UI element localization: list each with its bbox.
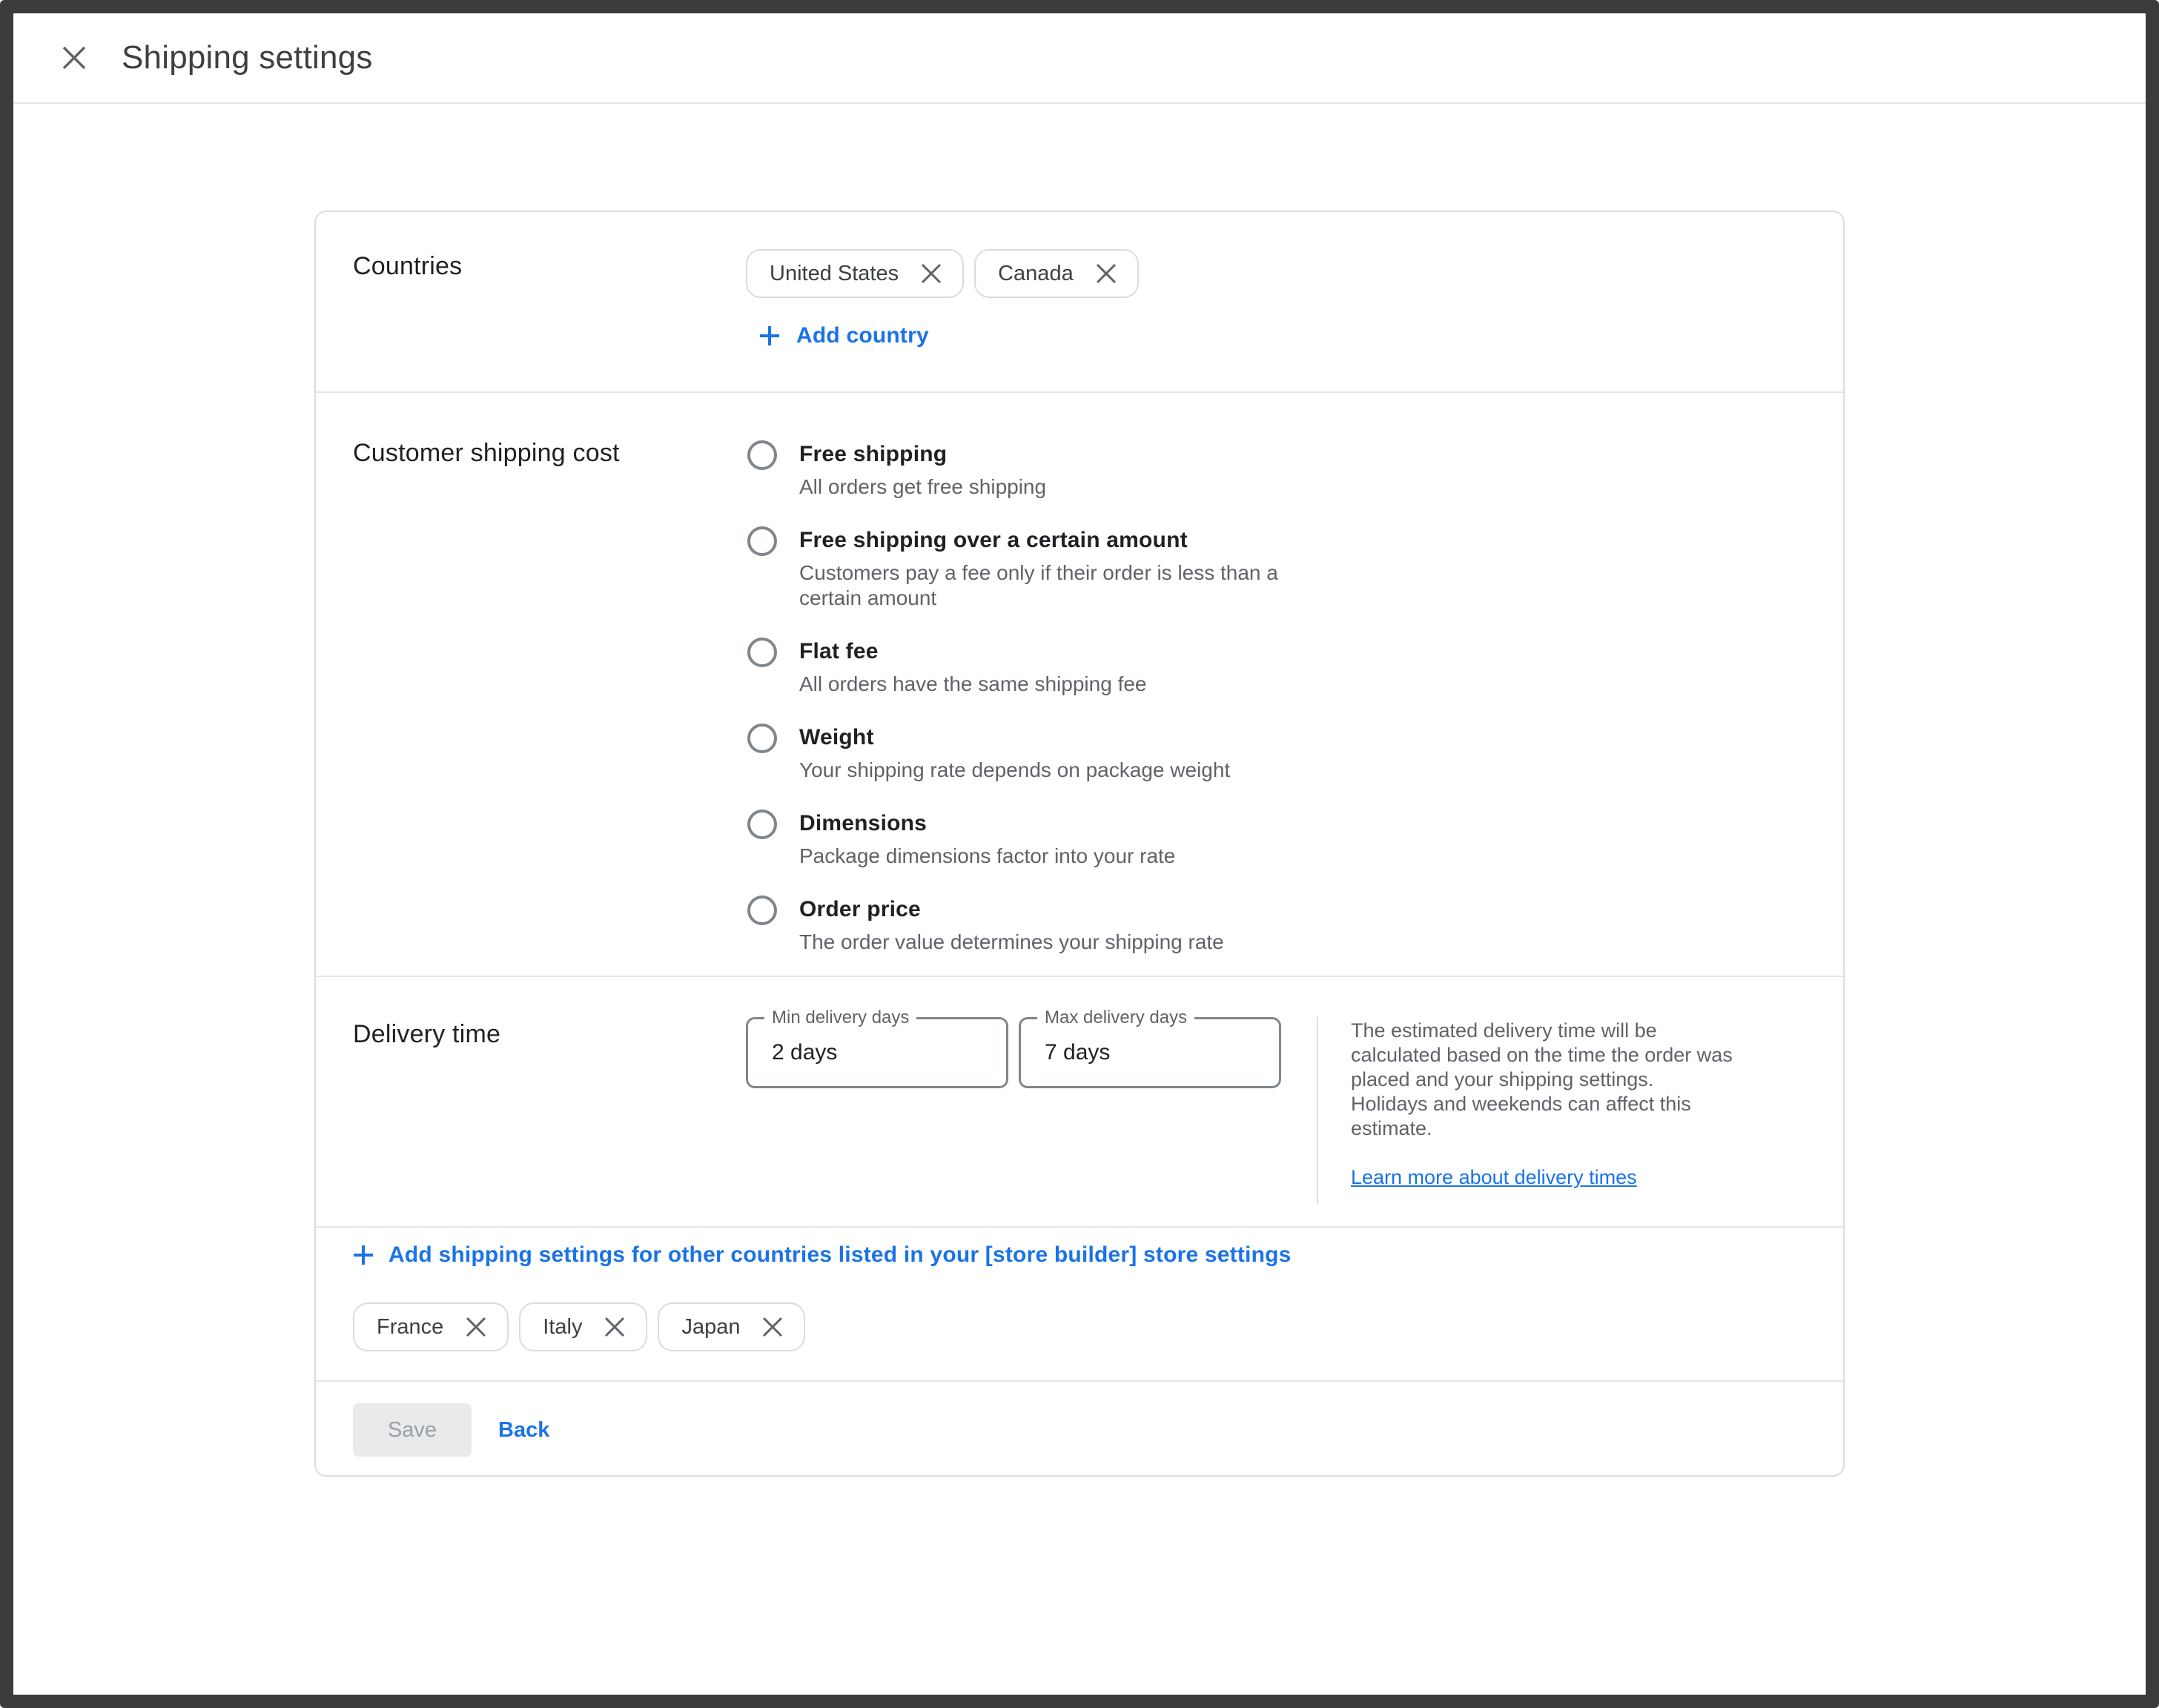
chip-label: Canada bbox=[998, 262, 1074, 286]
back-link[interactable]: Back bbox=[498, 1418, 549, 1443]
radio-flat-fee[interactable] bbox=[747, 638, 777, 667]
close-button[interactable] bbox=[53, 37, 95, 79]
radio-free-shipping-over-amount[interactable] bbox=[747, 526, 777, 556]
radio-order-price[interactable] bbox=[747, 896, 777, 925]
radio-dimensions[interactable] bbox=[747, 810, 777, 839]
country-chip-france: France bbox=[353, 1302, 509, 1351]
customer-shipping-cost-label: Customer shipping cost bbox=[353, 439, 746, 468]
shipping-cost-option: Free shipping over a certain amount Cust… bbox=[746, 526, 1843, 611]
vertical-divider bbox=[1317, 1017, 1318, 1204]
save-button[interactable]: Save bbox=[353, 1403, 472, 1457]
footer: Save Back bbox=[316, 1380, 1843, 1478]
country-chip-italy: Italy bbox=[519, 1302, 647, 1351]
add-other-countries-label: Add shipping settings for other countrie… bbox=[389, 1242, 1292, 1268]
option-title: Dimensions bbox=[799, 810, 1175, 838]
shipping-cost-option: Weight Your shipping rate depends on pac… bbox=[746, 724, 1843, 783]
countries-label: Countries bbox=[353, 252, 746, 281]
shipping-cost-option: Order price The order value determines y… bbox=[746, 896, 1843, 955]
shipping-settings-card: Countries United States Canada bbox=[314, 211, 1845, 1477]
delivery-time-section: Delivery time Min delivery days 2 days M… bbox=[316, 976, 1843, 1226]
option-description: All orders get free shipping bbox=[799, 474, 1046, 500]
learn-more-delivery-times-link[interactable]: Learn more about delivery times bbox=[1351, 1166, 1637, 1189]
countries-chip-row: United States Canada bbox=[746, 249, 1843, 298]
add-other-countries-button[interactable]: Add shipping settings for other countrie… bbox=[353, 1242, 1292, 1268]
countries-section: Countries United States Canada bbox=[316, 212, 1843, 391]
option-title: Order price bbox=[799, 896, 1224, 924]
chip-label: Japan bbox=[681, 1315, 740, 1340]
remove-country-icon[interactable] bbox=[604, 1317, 625, 1337]
field-floating-label: Max delivery days bbox=[1037, 1007, 1194, 1028]
max-delivery-days-value: 7 days bbox=[1045, 1040, 1110, 1065]
radio-free-shipping[interactable] bbox=[747, 440, 777, 470]
option-description: The order value determines your shipping… bbox=[799, 930, 1224, 955]
shipping-cost-option: Flat fee All orders have the same shippi… bbox=[746, 638, 1843, 697]
plus-icon bbox=[759, 325, 780, 346]
plus-icon bbox=[353, 1245, 374, 1265]
country-chip-japan: Japan bbox=[658, 1302, 805, 1351]
page-title: Shipping settings bbox=[122, 39, 373, 76]
option-title: Flat fee bbox=[799, 638, 1147, 666]
customer-shipping-cost-section: Customer shipping cost Free shipping All… bbox=[316, 391, 1843, 976]
max-delivery-days-field[interactable]: Max delivery days 7 days bbox=[1019, 1017, 1281, 1088]
shipping-settings-dialog: Shipping settings Countries United State… bbox=[0, 0, 2159, 1708]
remove-country-icon[interactable] bbox=[921, 263, 942, 284]
option-title: Free shipping bbox=[799, 440, 1046, 469]
min-delivery-days-value: 2 days bbox=[772, 1040, 837, 1065]
country-chip-united-states: United States bbox=[746, 249, 964, 298]
min-delivery-days-field[interactable]: Min delivery days 2 days bbox=[746, 1017, 1008, 1088]
add-country-button[interactable]: Add country bbox=[759, 323, 929, 348]
add-country-label: Add country bbox=[796, 323, 929, 348]
header: Shipping settings bbox=[13, 13, 2146, 104]
close-icon bbox=[62, 45, 87, 70]
chip-label: France bbox=[377, 1315, 443, 1340]
delivery-time-label: Delivery time bbox=[353, 1020, 746, 1049]
remove-country-icon[interactable] bbox=[762, 1317, 783, 1337]
option-description: Your shipping rate depends on package we… bbox=[799, 758, 1230, 783]
chip-label: Italy bbox=[543, 1315, 582, 1340]
shipping-cost-option: Free shipping All orders get free shippi… bbox=[746, 440, 1843, 500]
option-title: Weight bbox=[799, 724, 1230, 752]
field-floating-label: Min delivery days bbox=[764, 1007, 916, 1028]
shipping-cost-option: Dimensions Package dimensions factor int… bbox=[746, 810, 1843, 869]
chip-label: United States bbox=[770, 262, 899, 286]
option-description: Customers pay a fee only if their order … bbox=[799, 560, 1278, 611]
country-chip-canada: Canada bbox=[974, 249, 1139, 298]
other-countries-section: Add shipping settings for other countrie… bbox=[316, 1226, 1843, 1380]
delivery-help-text: The estimated delivery time will be calc… bbox=[1351, 1019, 1796, 1141]
remove-country-icon[interactable] bbox=[1096, 263, 1117, 284]
option-description: All orders have the same shipping fee bbox=[799, 672, 1147, 697]
option-title: Free shipping over a certain amount bbox=[799, 526, 1278, 555]
option-description: Package dimensions factor into your rate bbox=[799, 844, 1175, 869]
remove-country-icon[interactable] bbox=[466, 1317, 486, 1337]
other-countries-chip-row: France Italy Japan bbox=[353, 1302, 1806, 1351]
radio-weight[interactable] bbox=[747, 724, 777, 753]
